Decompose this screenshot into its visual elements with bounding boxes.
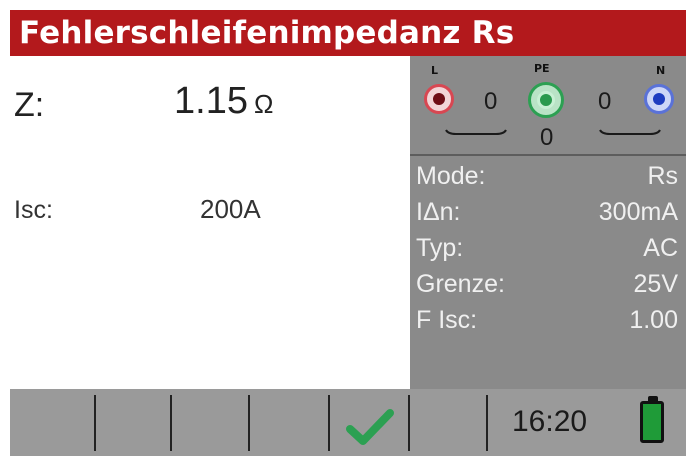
softkey-divider <box>248 395 250 451</box>
measurement-panel: Z: 1.15 Ω Isc: 200A <box>10 56 410 389</box>
param-value: 300mA <box>598 198 678 226</box>
softkey-divider <box>94 395 96 451</box>
param-key: Grenze: <box>416 270 505 298</box>
softkey-bar: 16:20 <box>10 389 686 456</box>
softkey-divider <box>408 395 410 451</box>
impedance-value: 1.15 Ω <box>174 80 273 123</box>
param-key: Mode: <box>416 162 486 190</box>
softkey-divider <box>170 395 172 451</box>
impedance-unit: Ω <box>253 89 274 119</box>
short-circuit-current-label: Isc: <box>14 196 53 224</box>
device-screen: Fehlerschleifenimpedanz Rs Z: 1.15 Ω Isc:… <box>10 10 686 456</box>
impedance-number: 1.15 <box>174 80 248 122</box>
impedance-label: Z: <box>14 86 45 124</box>
param-value: Rs <box>647 162 678 190</box>
param-row-typ: Typ: AC <box>410 234 686 270</box>
battery-full-icon <box>640 401 664 443</box>
param-value: AC <box>643 234 678 262</box>
param-row-f-isc: F Isc: 1.00 <box>410 306 686 342</box>
terminal-connector-lines <box>445 129 661 135</box>
softkey-divider <box>328 395 330 451</box>
param-row-grenze: Grenze: 25V <box>410 270 686 306</box>
info-panel: L PE N 0 0 0 Mode: Rs IΔn: 300mA Typ: AC… <box>410 56 686 389</box>
param-value: 25V <box>633 270 678 298</box>
param-key: F Isc: <box>416 306 478 334</box>
page-title: Fehlerschleifenimpedanz Rs <box>10 10 686 56</box>
softkey-divider <box>486 395 488 451</box>
clock-time: 16:20 <box>512 405 588 438</box>
param-key: IΔn: <box>416 198 461 226</box>
check-icon[interactable] <box>346 407 394 447</box>
terminal-status: L PE N 0 0 0 <box>410 56 686 156</box>
short-circuit-current-value: 200A <box>200 194 261 224</box>
param-key: Typ: <box>416 234 464 262</box>
param-row-mode: Mode: Rs <box>410 162 686 198</box>
param-value: 1.00 <box>629 306 678 334</box>
param-row-idn: IΔn: 300mA <box>410 198 686 234</box>
